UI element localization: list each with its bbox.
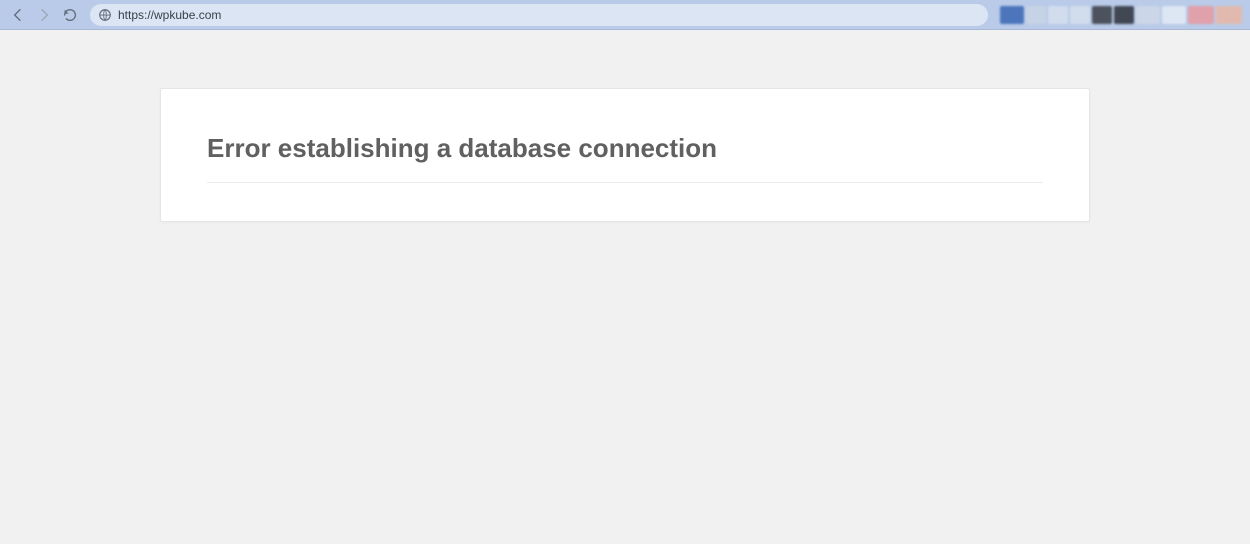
reload-icon [62,7,78,23]
reload-button[interactable] [60,5,80,25]
url-text: https://wpkube.com [118,8,221,22]
extension-placeholder-7[interactable] [1162,6,1186,24]
extension-placeholder-1[interactable] [1026,6,1046,24]
browser-toolbar: https://wpkube.com [0,0,1250,30]
address-bar[interactable]: https://wpkube.com [90,4,988,26]
extension-placeholder-4[interactable] [1092,6,1112,24]
page-viewport: Error establishing a database connection [0,30,1250,544]
extensions-area [1000,6,1242,24]
arrow-left-icon [10,7,26,23]
error-card: Error establishing a database connection [160,88,1090,222]
extension-placeholder-8[interactable] [1188,6,1214,24]
forward-button[interactable] [34,5,54,25]
extension-placeholder-3[interactable] [1070,6,1090,24]
extension-placeholder-5[interactable] [1114,6,1134,24]
arrow-right-icon [36,7,52,23]
globe-icon [98,8,112,22]
back-button[interactable] [8,5,28,25]
extension-placeholder-9[interactable] [1216,6,1242,24]
extension-placeholder-0[interactable] [1000,6,1024,24]
extension-placeholder-6[interactable] [1136,6,1160,24]
extension-placeholder-2[interactable] [1048,6,1068,24]
error-title: Error establishing a database connection [207,133,1043,183]
